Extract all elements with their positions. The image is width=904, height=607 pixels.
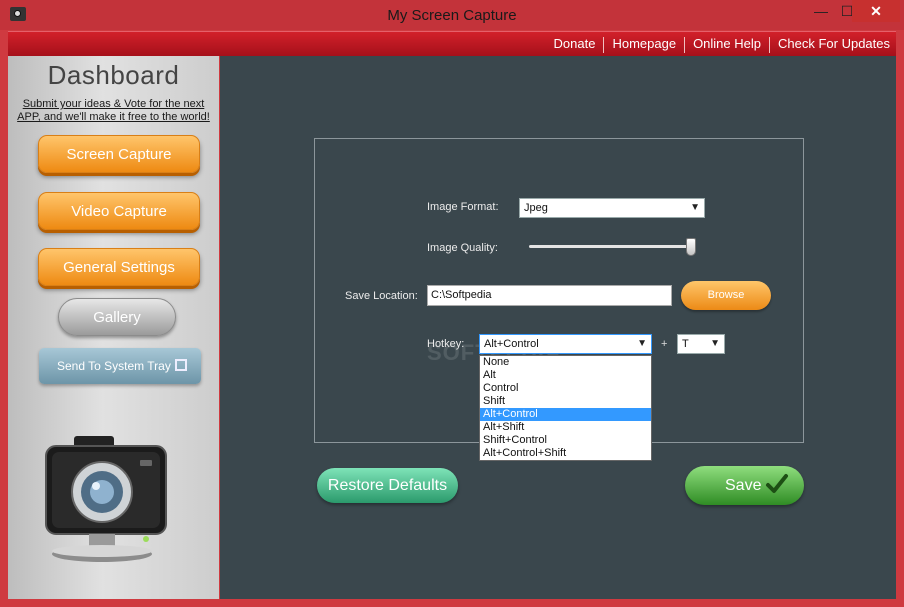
dropdown-option-selected[interactable]: Alt+Control (480, 408, 651, 421)
browse-button[interactable]: Browse (681, 281, 771, 310)
minimize-button[interactable]: — (808, 0, 834, 22)
save-location-label: Save Location: (345, 290, 418, 302)
image-format-value: Jpeg (524, 202, 548, 214)
main-panel: Image Format: Jpeg ▼ Image Quality: Save… (220, 56, 896, 599)
link-divider (769, 36, 770, 53)
hotkey-key-select[interactable]: T ▼ (677, 334, 725, 354)
top-links: Donate Homepage Online Help Check For Updat… (554, 36, 890, 53)
dropdown-option[interactable]: Alt+Control+Shift (480, 447, 651, 460)
chevron-down-icon: ▼ (710, 338, 720, 349)
save-label: Save (725, 477, 762, 494)
check-updates-link[interactable]: Check For Updates (778, 36, 890, 51)
dropdown-option[interactable]: Shift+Control (480, 434, 651, 447)
hotkey-modifier-dropdown: None Alt Control Shift Alt+Control Alt+S… (479, 355, 652, 461)
hotkey-plus: + (661, 338, 668, 350)
camera-illustration-icon (45, 436, 167, 562)
close-button[interactable]: ✕ (852, 0, 900, 22)
promo-line-1: Submit your ideas & Vote for the next (22, 98, 205, 110)
checkmark-icon (766, 474, 788, 493)
general-settings-button[interactable]: General Settings (38, 248, 200, 286)
restore-defaults-button[interactable]: Restore Defaults (317, 468, 458, 503)
image-quality-slider[interactable] (529, 245, 692, 248)
promo-link[interactable]: Submit your ideas & Vote for the next AP… (8, 98, 219, 124)
link-divider (684, 36, 686, 53)
dropdown-option[interactable]: None (480, 356, 651, 369)
image-format-label: Image Format: (427, 201, 499, 213)
dashboard-heading: Dashboard (47, 60, 180, 90)
window-restore-icon (175, 359, 187, 371)
link-divider (603, 36, 605, 53)
gallery-button[interactable]: Gallery (58, 298, 176, 336)
chevron-down-icon: ▼ (690, 202, 700, 213)
dropdown-option[interactable]: Control (480, 382, 651, 395)
dropdown-option[interactable]: Alt (480, 369, 651, 382)
top-link-bar: Donate Homepage Online Help Check For Updat… (8, 31, 896, 56)
online-help-link[interactable]: Online Help (693, 36, 761, 51)
app-window: My Screen Capture — ☐ ✕ Donate Homepage On… (0, 0, 904, 607)
image-quality-label: Image Quality: (427, 242, 498, 254)
send-to-tray-button[interactable]: Send To System Tray (39, 348, 201, 384)
donate-link[interactable]: Donate (554, 36, 596, 51)
screen-capture-button[interactable]: Screen Capture (38, 135, 200, 173)
hotkey-modifier-value: Alt+Control (484, 338, 539, 350)
image-quality-slider-thumb[interactable] (686, 238, 696, 256)
sidebar: Dashboard Submit your ideas & Vote for t… (8, 56, 219, 599)
chevron-down-icon: ▼ (637, 338, 647, 349)
hotkey-modifier-select[interactable]: Alt+Control ▼ (479, 334, 652, 354)
save-button[interactable]: Save (685, 466, 804, 505)
hotkey-key-value: T (682, 338, 689, 350)
title-bar: My Screen Capture — ☐ ✕ (0, 0, 904, 30)
dropdown-option[interactable]: Alt+Shift (480, 421, 651, 434)
send-to-tray-label: Send To System Tray (57, 359, 171, 373)
image-format-select[interactable]: Jpeg ▼ (519, 198, 705, 218)
window-title: My Screen Capture (387, 7, 517, 24)
hotkey-label: Hotkey: (427, 338, 465, 350)
save-location-input[interactable]: C:\Softpedia (427, 285, 672, 306)
video-capture-button[interactable]: Video Capture (38, 192, 200, 230)
promo-line-2: APP, and we'll make it free to the world… (17, 111, 210, 123)
homepage-link[interactable]: Homepage (612, 36, 676, 51)
dropdown-option[interactable]: Shift (480, 395, 651, 408)
